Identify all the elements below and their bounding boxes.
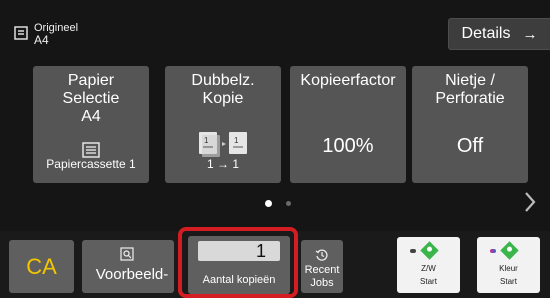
svg-text:1: 1 [204, 136, 209, 145]
start-diamond-icon [420, 241, 439, 260]
paper-select-value: Papiercassette 1 [46, 157, 136, 171]
details-button[interactable]: Details → [448, 18, 550, 50]
duplex-copy-icon: 1 1 [199, 132, 247, 157]
original-size: A4 [34, 33, 49, 47]
color-swatch-icon [490, 249, 496, 253]
recent-jobs-line1: Recent [304, 264, 340, 276]
clear-all-button[interactable]: CA [9, 240, 74, 293]
original-indicator: Origineel A4 [14, 22, 78, 46]
paper-select-tile[interactable]: Papier Selectie A4 Papiercassette 1 [33, 66, 149, 183]
bw-start-button[interactable]: Z/W Start [397, 237, 460, 293]
staple-punch-value: Off [456, 135, 484, 157]
duplex-title-line2: Kopie [202, 90, 244, 107]
clear-all-label: CA [26, 253, 57, 279]
start-diamond-icon [500, 241, 519, 260]
recent-jobs-line2: Jobs [310, 277, 334, 289]
duplex-copy-tile[interactable]: Dubbelz. Kopie 1 1 1 → 1 [165, 66, 281, 183]
recent-jobs-button[interactable]: Recent Jobs [301, 240, 343, 293]
page-indicator [265, 200, 291, 207]
staple-title-line2: Perforatie [435, 90, 505, 107]
copy-ratio-value: 100% [322, 135, 374, 157]
bw-start-label: Z/W [421, 264, 436, 273]
duplex-title-line1: Dubbelz. [191, 72, 255, 89]
bw-swatch-icon [410, 249, 416, 253]
copy-ratio-title: Kopieerfactor [300, 72, 396, 89]
copies-label: Aantal kopieën [202, 274, 276, 286]
page-dot-active [265, 200, 272, 207]
duplex-value: 1 → 1 [206, 157, 239, 171]
preview-button[interactable]: Voorbeeld- [82, 240, 174, 293]
copies-count-input[interactable]: 1 [198, 241, 280, 261]
staple-title-line1: Nietje / [445, 72, 495, 89]
copies-button[interactable]: 1 Aantal kopieën [188, 236, 290, 294]
paper-select-title-line1: Papier [67, 72, 115, 89]
copy-screen: Origineel A4 Details → Papier Selectie A… [0, 0, 550, 298]
staple-punch-tile[interactable]: Nietje / Perforatie Off [412, 66, 528, 183]
paper-select-title-line2: Selectie [62, 90, 120, 107]
history-clock-icon [315, 249, 328, 261]
paper-select-size: A4 [81, 108, 101, 125]
details-label: Details [461, 25, 511, 42]
preview-label: Voorbeeld- [95, 266, 169, 283]
bw-start-sublabel: Start [420, 277, 437, 286]
color-start-sublabel: Start [500, 277, 517, 286]
arrow-right-icon: → [522, 25, 538, 43]
copy-ratio-tile[interactable]: Kopieerfactor 100% [290, 66, 406, 183]
chevron-right-icon[interactable] [522, 190, 538, 214]
paper-tray-icon [82, 142, 100, 158]
color-start-button[interactable]: Kleur Start [477, 237, 540, 293]
original-document-icon [14, 26, 28, 40]
color-start-label: Kleur [499, 264, 518, 273]
page-dot[interactable] [286, 201, 291, 206]
svg-text:1: 1 [234, 136, 239, 145]
preview-icon [120, 247, 134, 261]
